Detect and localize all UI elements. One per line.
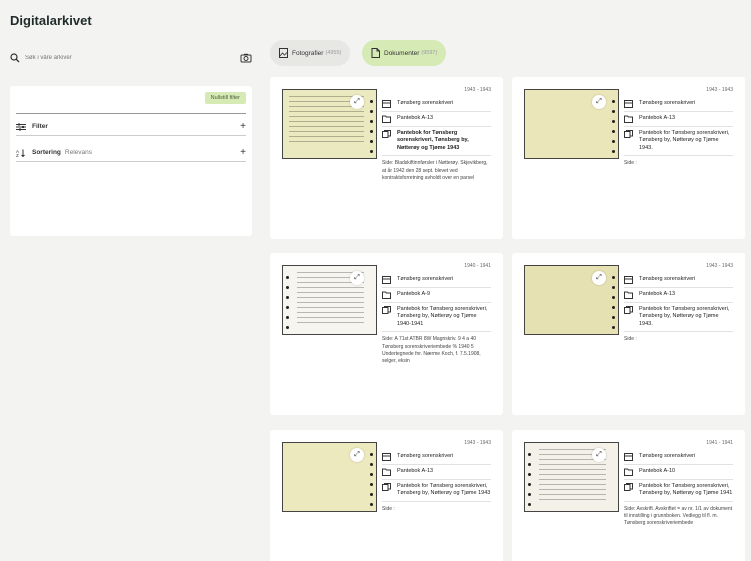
document-title[interactable]: Pantebok for Tønsberg sorenskriveri, Tøn…	[397, 130, 491, 152]
archive-office: Tønsberg sorenskriveri	[639, 453, 696, 459]
reset-filter-button[interactable]: Nullstill filter	[204, 92, 246, 104]
folder-icon	[382, 115, 391, 123]
archive-icon	[624, 276, 633, 284]
documents-icon	[382, 483, 391, 491]
tab-documents[interactable]: Dokumenter (9597)	[362, 40, 447, 66]
date-range: 1943 - 1943	[706, 263, 733, 269]
sort-row[interactable]: AZ Sortering Relevans +	[16, 144, 246, 162]
document-card[interactable]: ⤢ 1941 - 1941 Tønsberg sorenskriveri Pan…	[512, 430, 745, 561]
document-card[interactable]: ⤢ 1943 - 1943 Tønsberg sorenskriveri Pan…	[512, 77, 745, 239]
documents-icon	[624, 130, 633, 138]
expand-icon[interactable]: ⤢	[350, 95, 364, 109]
document-title[interactable]: Pantebok for Tønsberg sorenskriveri, Tøn…	[639, 306, 733, 328]
sort-az-icon: AZ	[16, 149, 25, 157]
app-title: Digitalarkivet	[10, 13, 92, 28]
book-name: Pantebok A-13	[397, 468, 434, 474]
date-range: 1943 - 1943	[464, 440, 491, 446]
text-snippet: Side :	[624, 336, 637, 343]
plus-icon[interactable]: +	[240, 121, 246, 132]
book-name: Pantebok A-13	[639, 115, 676, 121]
text-snippet: Side: A 71st ATBR 8W Magnskriv. 9 4 a 40…	[382, 336, 481, 365]
filter-divider	[16, 113, 246, 114]
search-icon	[10, 53, 20, 63]
text-snippet: Side :	[624, 160, 637, 167]
text-snippet: Side: Avskrift. Avskriftet = av nr. 1/1 …	[624, 505, 733, 527]
document-card[interactable]: ⤢ 1943 - 1943 Tønsberg sorenskriveri Pan…	[270, 77, 503, 239]
document-card[interactable]: ⤢ 1943 - 1943 Tønsberg sorenskriveri Pan…	[270, 430, 503, 561]
tab-photos[interactable]: Fotografier (4955)	[270, 40, 351, 66]
archive-office: Tønsberg sorenskriveri	[397, 453, 454, 459]
folder-icon	[624, 468, 633, 476]
book-name: Pantebok A-13	[639, 291, 676, 297]
book-name: Pantebok A-10	[639, 468, 676, 474]
document-title[interactable]: Pantebok for Tønsberg sorenskriveri, Tøn…	[639, 483, 733, 498]
folder-icon	[624, 291, 633, 299]
svg-text:Z: Z	[16, 153, 19, 157]
filter-sliders-icon	[16, 123, 26, 130]
archive-icon	[382, 100, 391, 108]
date-range: 1943 - 1943	[464, 87, 491, 93]
filter-label: Filter	[32, 123, 48, 130]
tab-count: (4955)	[325, 50, 342, 56]
book-name: Pantebok A-9	[397, 291, 431, 297]
folder-icon	[382, 291, 391, 299]
expand-icon[interactable]: ⤢	[350, 448, 364, 462]
archive-icon	[624, 453, 633, 461]
document-icon	[371, 48, 380, 58]
folder-icon	[624, 115, 633, 123]
filter-row[interactable]: Filter +	[16, 118, 246, 136]
documents-icon	[624, 483, 633, 491]
plus-icon[interactable]: +	[240, 147, 246, 158]
expand-icon[interactable]: ⤢	[592, 271, 606, 285]
archive-icon	[382, 276, 391, 284]
archive-icon	[382, 453, 391, 461]
sort-value: Relevans	[64, 149, 93, 156]
date-range: 1941 - 1941	[706, 440, 733, 446]
archive-office: Tønsberg sorenskriveri	[397, 276, 454, 282]
sort-label: Sortering	[32, 149, 61, 156]
search-bar	[10, 49, 252, 67]
document-card[interactable]: ⤢ 1940 - 1941 Tønsberg sorenskriveri Pan…	[270, 253, 503, 415]
search-input[interactable]	[25, 55, 240, 61]
document-title[interactable]: Pantebok for Tønsberg sorenskriveri, Tøn…	[639, 130, 733, 152]
document-title[interactable]: Pantebok for Tønsberg sorenskriveri, Tøn…	[397, 306, 491, 328]
archive-icon	[624, 100, 633, 108]
expand-icon[interactable]: ⤢	[592, 95, 606, 109]
documents-icon	[624, 306, 633, 314]
archive-office: Tønsberg sorenskriveri	[639, 100, 696, 106]
book-name: Pantebok A-13	[397, 115, 434, 121]
tab-count: (9597)	[421, 50, 438, 56]
document-card[interactable]: ⤢ 1943 - 1943 Tønsberg sorenskriveri Pan…	[512, 253, 745, 415]
text-snippet: Side: Bladskiftinnførsler i Nøtterøy. Sk…	[382, 160, 488, 181]
archive-office: Tønsberg sorenskriveri	[397, 100, 454, 106]
folder-icon	[382, 468, 391, 476]
documents-icon	[382, 306, 391, 314]
documents-icon	[382, 130, 391, 138]
tab-label: Fotografier	[292, 49, 324, 57]
tab-label: Dokumenter	[384, 49, 420, 57]
text-snippet: Side :	[382, 505, 395, 512]
camera-icon[interactable]	[240, 53, 252, 63]
document-title[interactable]: Pantebok for Tønsberg sorenskriveri, Tøn…	[397, 483, 491, 498]
expand-icon[interactable]: ⤢	[350, 271, 364, 285]
image-icon	[279, 48, 288, 58]
expand-icon[interactable]: ⤢	[592, 448, 606, 462]
date-range: 1943 - 1943	[706, 87, 733, 93]
archive-office: Tønsberg sorenskriveri	[639, 276, 696, 282]
date-range: 1940 - 1941	[464, 263, 491, 269]
